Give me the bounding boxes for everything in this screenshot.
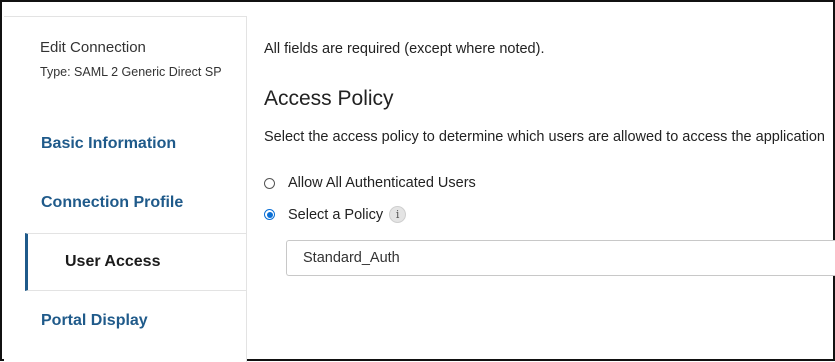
radio-label-select-policy: Select a Policy	[288, 206, 384, 223]
sidebar-item-connection-profile[interactable]: Connection Profile	[4, 174, 246, 232]
sidebar-item-label: User Access	[65, 253, 161, 270]
sidebar-item-label: Basic Information	[41, 135, 177, 152]
sidebar-item-user-access[interactable]: User Access	[25, 233, 246, 291]
radio-button-allow-all[interactable]	[264, 177, 275, 189]
sidebar-item-portal-display[interactable]: Portal Display	[4, 292, 246, 350]
radio-option-allow-all[interactable]: Allow All Authenticated Users	[264, 175, 476, 191]
access-policy-heading: Access Policy	[264, 87, 394, 110]
edit-connection-title: Edit Connection	[40, 39, 146, 56]
policy-select[interactable]: Standard_Auth	[286, 240, 835, 276]
info-icon[interactable]: i	[389, 206, 407, 223]
sidebar: Edit Connection Type: SAML 2 Generic Dir…	[4, 16, 247, 362]
connection-type-label: Type: SAML 2 Generic Direct SP	[40, 65, 222, 79]
window-frame: Edit Connection Type: SAML 2 Generic Dir…	[0, 0, 835, 362]
policy-select-value: Standard_Auth	[303, 250, 400, 266]
radio-option-select-policy[interactable]: Select a Policy i	[264, 206, 407, 223]
access-policy-description: Select the access policy to determine wh…	[264, 129, 825, 145]
main-content: All fields are required (except where no…	[264, 16, 835, 359]
radio-label-allow-all: Allow All Authenticated Users	[288, 175, 476, 191]
sidebar-item-basic-information[interactable]: Basic Information	[4, 115, 246, 173]
sidebar-header: Edit Connection Type: SAML 2 Generic Dir…	[40, 39, 222, 79]
radio-button-select-policy[interactable]	[264, 209, 275, 220]
sidebar-item-label: Connection Profile	[41, 194, 184, 211]
sidebar-item-label: Portal Display	[41, 312, 148, 329]
required-fields-note: All fields are required (except where no…	[264, 41, 545, 57]
